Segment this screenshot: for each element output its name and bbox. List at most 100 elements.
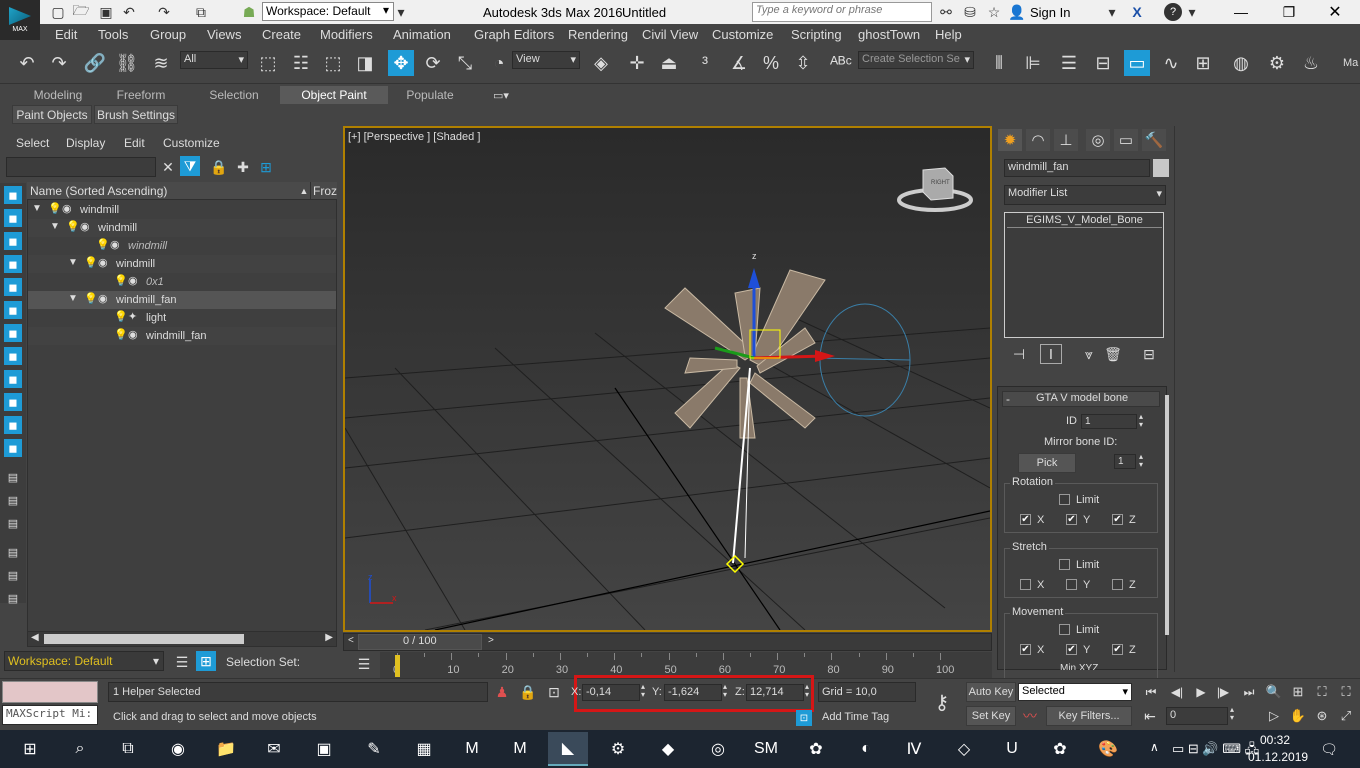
zoom-icon[interactable]: 🔍 [1264, 682, 1284, 702]
motion-tab-icon[interactable]: ◎ [1086, 129, 1110, 151]
maxscript-mini-input[interactable]: MAXScript Mi: [2, 705, 98, 725]
select-object-icon[interactable]: ⬚ [255, 50, 281, 76]
expand-toggle-icon[interactable]: ▼ [50, 221, 60, 232]
pick-button[interactable]: Pick [1018, 453, 1076, 473]
search-icon[interactable]: ⌕ [60, 732, 100, 766]
rotation-x-checkbox[interactable]: ✔ [1020, 514, 1031, 525]
clock-time[interactable]: 00:32 [1260, 733, 1290, 747]
select-by-name-icon[interactable]: ☷ [288, 50, 314, 76]
utilities-tab-icon[interactable]: 🔨 [1142, 129, 1166, 151]
selection-lock-icon[interactable]: 🔒 [519, 682, 537, 702]
display-spacewarps-icon[interactable]: ◼ [4, 301, 22, 319]
expand-toggle-icon[interactable]: ▼ [68, 257, 78, 268]
render-icon[interactable]: ♨ [1298, 50, 1324, 76]
percent-snap-icon[interactable]: % [758, 50, 784, 76]
z-coord-field[interactable]: 12,714 [746, 684, 804, 701]
viewport-label[interactable]: [+] [Perspective ] [Shaded ] [348, 131, 480, 143]
hierarchy-tab-icon[interactable]: ⊥ [1054, 129, 1078, 151]
play-icon[interactable]: ▶ [1190, 682, 1212, 702]
ribbon-tab-freeform[interactable]: Freeform [104, 86, 178, 104]
firefox-icon[interactable]: ◉ [158, 732, 198, 766]
windows-start-icon[interactable]: ⊞ [10, 732, 50, 766]
align-icon[interactable]: ⊫ [1020, 50, 1046, 76]
substance-icon[interactable]: SM [746, 732, 786, 766]
rotation-z-checkbox[interactable]: ✔ [1112, 514, 1123, 525]
workspace-dropdown[interactable]: Workspace: Default ▾ [262, 2, 394, 21]
mirror-icon[interactable]: ⫴ [986, 50, 1012, 76]
movement-y-checkbox[interactable]: ✔ [1066, 644, 1077, 655]
menu-scripting[interactable]: Scripting [791, 27, 842, 42]
display-lights-icon[interactable]: ◼ [4, 232, 22, 250]
stretch-y-checkbox[interactable] [1066, 579, 1077, 590]
photos-icon[interactable]: ▦ [404, 732, 444, 766]
rotation-y-checkbox[interactable]: ✔ [1066, 514, 1077, 525]
paint-icon[interactable]: 🎨 [1088, 732, 1128, 766]
display-bones-icon[interactable]: ◼ [4, 370, 22, 388]
previous-frame-icon[interactable]: ◀| [1166, 682, 1188, 702]
rectangle-selection-icon[interactable]: ⬚ [320, 50, 346, 76]
orbit-icon[interactable]: ⊛ [1312, 706, 1332, 726]
display-hidden-icon[interactable]: ◼ [4, 439, 22, 457]
maxscript-listener-mini[interactable] [2, 681, 98, 703]
viewcube-face-label[interactable]: RIGHT [931, 180, 950, 186]
object-color-swatch[interactable] [1153, 159, 1169, 177]
schematic-view-icon[interactable]: ⊞ [1190, 50, 1216, 76]
viewcube[interactable] [897, 167, 973, 212]
filter-funnel-icon[interactable]: ▤ [4, 543, 22, 561]
visibility-bulb-icon[interactable]: 💡 [84, 292, 98, 305]
pan-view-icon[interactable]: ✋ [1288, 706, 1308, 726]
snap-3d-icon[interactable]: ³ [692, 50, 718, 76]
close-icon[interactable]: ✕ [1320, 2, 1350, 22]
find-icon[interactable]: ▤ [4, 589, 22, 607]
unreal-icon[interactable]: U [992, 732, 1032, 766]
x-coord-field[interactable]: -0,14 [582, 684, 640, 701]
set-key-mode-icon[interactable]: ⚷ [928, 690, 956, 714]
set-key-button[interactable]: Set Key [966, 706, 1016, 726]
visual-studio-icon[interactable]: ◆ [648, 732, 688, 766]
sort-ascending-icon[interactable]: ▲ [298, 183, 310, 199]
menu-group[interactable]: Group [150, 27, 186, 42]
exchange-icon[interactable]: X [1126, 3, 1148, 21]
open-folder-icon[interactable]: 🗁 [72, 2, 90, 21]
object-name-field[interactable]: windmill_fan [1004, 159, 1150, 177]
scene-menu-select[interactable]: Select [16, 136, 49, 150]
filter-icon[interactable]: ⧩ [180, 156, 200, 176]
display-tab-icon[interactable]: ▭ [1114, 129, 1138, 151]
scene-row[interactable] [28, 237, 336, 255]
outlook-icon[interactable]: ✉ [254, 732, 294, 766]
lock-icon[interactable]: 🔒 [210, 157, 227, 177]
scene-menu-display[interactable]: Display [66, 136, 105, 150]
discord-icon[interactable]: ◎ [698, 732, 738, 766]
ribbon-tab-populate[interactable]: Populate [390, 86, 470, 104]
display-xrefs-icon[interactable]: ◼ [4, 347, 22, 365]
mirror-bone-spinner[interactable]: 1 [1114, 454, 1136, 469]
visibility-bulb-icon[interactable]: 💡 [114, 274, 128, 287]
scale-icon[interactable]: ⤡ [452, 50, 478, 76]
scrollbar-thumb[interactable] [44, 634, 244, 644]
task-view-icon[interactable]: ⧉ [108, 732, 148, 766]
display-helpers-icon[interactable]: ◼ [4, 278, 22, 296]
current-frame-spinner[interactable]: ▴ ▾ [1230, 706, 1234, 722]
column-divider[interactable] [310, 182, 311, 200]
make-unique-icon[interactable]: ⩔ [1078, 344, 1100, 364]
user-icon[interactable]: 👤 [1008, 3, 1026, 21]
tray-icons[interactable]: ▭ ⊟ 🔊 ⌨ 🖧 [1172, 740, 1259, 762]
app-icon[interactable]: ✿ [796, 732, 836, 766]
windmill-fan-model[interactable] [664, 269, 826, 439]
invert-display-icon[interactable]: ▤ [4, 514, 22, 532]
hierarchy-icon[interactable]: ⊞ [258, 157, 274, 177]
key-tangent-icon[interactable]: 〰 [1018, 706, 1042, 726]
show-end-result-icon[interactable]: Ⅰ [1040, 344, 1062, 364]
display-cameras-icon[interactable]: ◼ [4, 255, 22, 273]
menu-ghosttown[interactable]: ghostTown [858, 27, 920, 42]
star-icon[interactable]: ☆ [984, 3, 1004, 21]
window-crossing-icon[interactable]: ◨ [352, 50, 378, 76]
app-icon[interactable]: ✿ [1040, 732, 1080, 766]
movement-z-checkbox[interactable]: ✔ [1112, 644, 1123, 655]
menu-civil-view[interactable]: Civil View [642, 27, 698, 42]
tray-chevron-icon[interactable]: ∧ [1150, 740, 1159, 754]
select-and-move-icon[interactable]: ✥ [388, 50, 414, 76]
app-icon[interactable]: Ⅳ [894, 732, 934, 766]
layer-explorer-icon[interactable]: ☰ [1056, 50, 1082, 76]
display-all-icon[interactable]: ▤ [4, 468, 22, 486]
